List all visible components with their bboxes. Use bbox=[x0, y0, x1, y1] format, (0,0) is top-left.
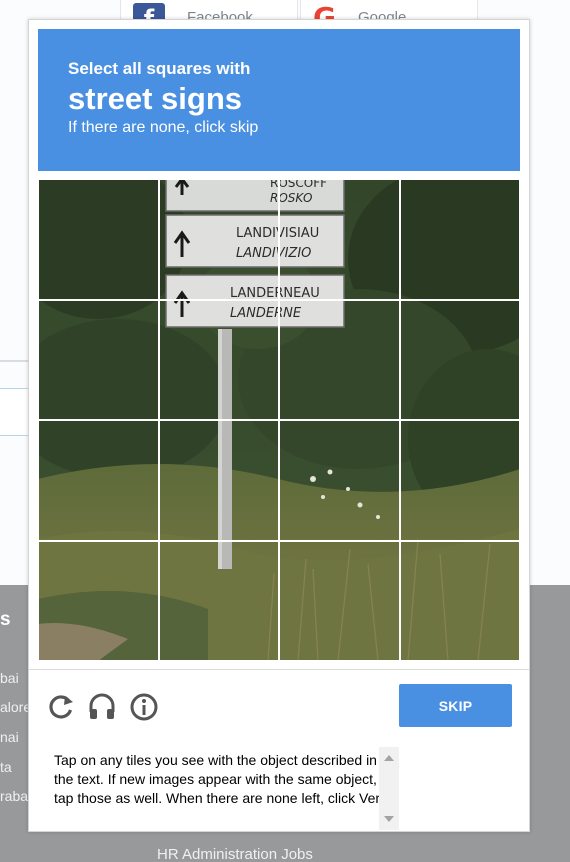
image-tile[interactable] bbox=[398, 539, 520, 661]
prompt-hint: If there are none, click skip bbox=[68, 119, 259, 136]
image-tile[interactable] bbox=[398, 419, 520, 542]
image-tile[interactable] bbox=[157, 298, 280, 421]
footer-link[interactable]: nai bbox=[0, 729, 19, 745]
instructions-scrollbar[interactable] bbox=[379, 747, 399, 830]
background-input[interactable] bbox=[0, 388, 28, 436]
prompt-text: Select all squares with bbox=[68, 59, 251, 78]
footer-divider bbox=[29, 669, 529, 670]
footer-link[interactable]: ta bbox=[0, 759, 12, 775]
captcha-challenge: Select all squares with street signs If … bbox=[28, 19, 530, 832]
image-tile[interactable] bbox=[38, 539, 160, 661]
reload-icon[interactable] bbox=[45, 691, 77, 723]
image-tile[interactable] bbox=[278, 298, 401, 421]
prompt-target: street signs bbox=[68, 81, 243, 116]
info-icon[interactable] bbox=[128, 691, 160, 723]
image-tile[interactable] bbox=[157, 539, 280, 661]
image-tile[interactable] bbox=[38, 298, 160, 421]
background-divider bbox=[0, 360, 28, 362]
image-grid: ROSCOFF ROSKO LANDIVISIAU LANDIVIZIO LAN… bbox=[38, 179, 520, 661]
footer-link-hr-administration[interactable]: HR Administration Jobs bbox=[157, 846, 313, 862]
image-tile[interactable] bbox=[278, 179, 401, 301]
image-tile[interactable] bbox=[398, 179, 520, 301]
image-tile[interactable] bbox=[278, 419, 401, 542]
instructions-text: Tap on any tiles you see with the object… bbox=[54, 752, 397, 806]
headphones-icon[interactable] bbox=[86, 691, 118, 723]
skip-button[interactable]: SKIP bbox=[399, 684, 512, 727]
image-tile[interactable] bbox=[278, 539, 401, 661]
footer-link[interactable]: alore bbox=[0, 699, 31, 715]
footer-link[interactable]: raba bbox=[0, 788, 28, 804]
image-tile[interactable] bbox=[157, 419, 280, 542]
image-tile[interactable] bbox=[398, 298, 520, 421]
image-tile[interactable] bbox=[38, 179, 160, 301]
footer-link[interactable]: bai bbox=[0, 670, 19, 686]
image-tile[interactable] bbox=[157, 179, 280, 301]
image-tile[interactable] bbox=[38, 419, 160, 542]
captcha-header: Select all squares with street signs If … bbox=[38, 29, 520, 171]
footer-heading: s bbox=[0, 609, 11, 630]
scroll-up-arrow-icon[interactable] bbox=[384, 755, 394, 761]
scroll-down-arrow-icon[interactable] bbox=[384, 816, 394, 822]
